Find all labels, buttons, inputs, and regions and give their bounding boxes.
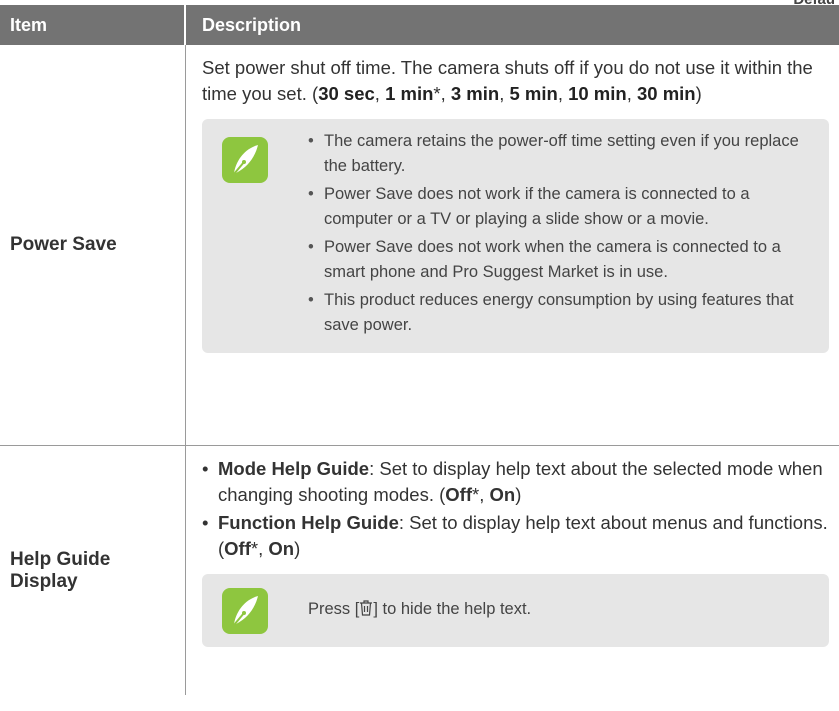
power-save-description: Set power shut off time. The camera shut… xyxy=(202,57,813,104)
option-value: 30 min xyxy=(636,83,696,104)
note-text-pre: Press [ xyxy=(308,600,360,618)
option-value: On xyxy=(489,484,516,505)
note-item: Power Save does not work if the camera i… xyxy=(308,182,817,232)
note-item: This product reduces energy consumption … xyxy=(308,288,817,338)
option-value: On xyxy=(268,538,295,559)
settings-table: Item Description Power Save Set power sh… xyxy=(0,5,839,695)
row-item-label: Help Guide Display xyxy=(0,446,186,695)
header-description: Description xyxy=(202,14,302,35)
list-item: Mode Help Guide: Set to display help tex… xyxy=(202,456,839,508)
row-item-label: Power Save xyxy=(0,45,186,445)
bullet-title: Function Help Guide xyxy=(218,512,399,533)
default-mark: * xyxy=(433,83,441,104)
note-item: The camera retains the power-off time se… xyxy=(308,129,817,179)
help-guide-list: Mode Help Guide: Set to display help tex… xyxy=(202,456,839,562)
table-row: Power Save Set power shut off time. The … xyxy=(0,45,839,446)
table-row: Help Guide Display Mode Help Guide: Set … xyxy=(0,446,839,695)
option-value: 1 min xyxy=(385,83,434,104)
description-text: Set power shut off time. The camera shut… xyxy=(202,57,813,104)
option-value: Off xyxy=(224,538,251,559)
list-item: Function Help Guide: Set to display help… xyxy=(202,510,839,562)
option-value: 5 min xyxy=(509,83,558,104)
bullet-title: Mode Help Guide xyxy=(218,458,370,479)
row-description: Set power shut off time. The camera shut… xyxy=(186,45,839,445)
trash-icon xyxy=(359,600,373,621)
note-box: The camera retains the power-off time se… xyxy=(202,119,829,353)
option-value: Off xyxy=(445,484,473,505)
header-item: Item xyxy=(0,5,186,45)
note-text-post: ] to hide the help text. xyxy=(373,600,532,618)
note-item: Power Save does not work when the camera… xyxy=(308,235,817,285)
note-pen-icon xyxy=(222,137,268,183)
note-box: Press [ ] to hide the help text. xyxy=(202,574,829,647)
option-value: 3 min xyxy=(450,83,500,104)
table-header: Item Description xyxy=(0,5,839,45)
note-pen-icon xyxy=(222,588,268,634)
note-list: The camera retains the power-off time se… xyxy=(308,129,817,338)
row-description: Mode Help Guide: Set to display help tex… xyxy=(186,446,839,695)
option-value: 10 min xyxy=(568,83,627,104)
option-value: 30 sec xyxy=(318,83,375,104)
